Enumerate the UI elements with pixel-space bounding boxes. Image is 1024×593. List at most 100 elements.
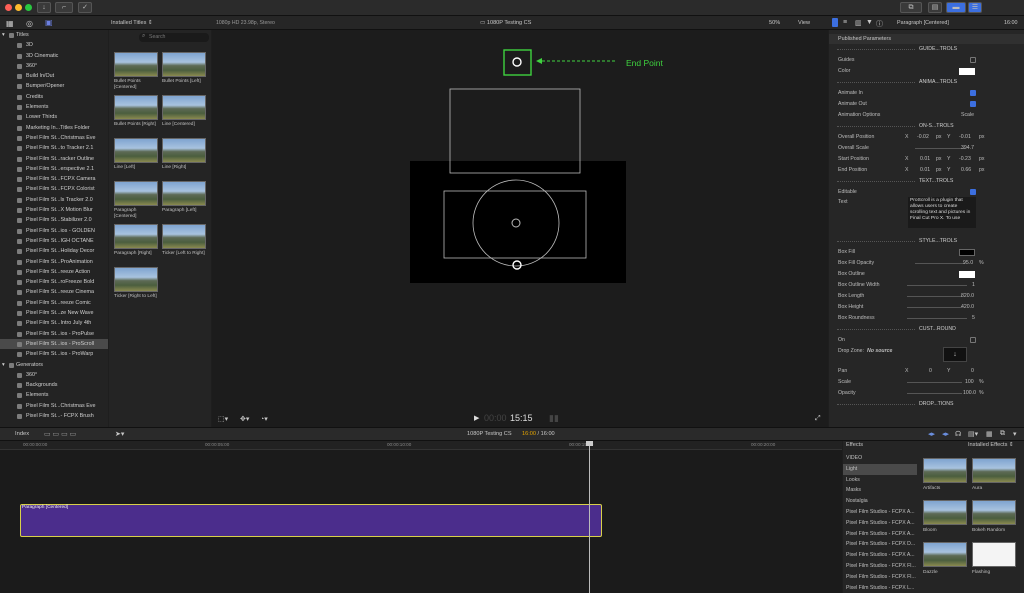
library-item[interactable]: Build In/Out [0,71,108,81]
start-position-y[interactable]: -0.23 [959,154,971,165]
end-point-handle[interactable] [512,57,522,67]
browser-dropdown[interactable]: Installed Titles ⇕ [111,20,153,26]
on-checkbox[interactable] [970,337,976,343]
disclosure-triangle-icon[interactable]: ▾ [2,30,5,40]
library-item[interactable]: Pixel Film St...Christmas Eve [0,133,108,143]
fullscreen-icon[interactable]: ⤢ [815,415,821,423]
zoom-dropdown[interactable]: 50% [769,20,780,26]
library-item[interactable]: Pixel Film St...ios - ProPulse [0,329,108,339]
library-icon[interactable]: ▦ [6,19,14,28]
titles-category[interactable]: ▾ Titles [0,30,108,40]
background-tasks-icon[interactable]: ✓ [78,2,92,13]
overall-scale-slider[interactable] [915,148,965,149]
color-well[interactable] [959,68,975,75]
title-thumbnail[interactable] [114,52,158,77]
effects-category-item[interactable]: Pixel Film Studios - FCPX A... [843,507,917,518]
filter-icon[interactable]: ▼ [866,19,873,26]
title-inspector-icon[interactable] [832,18,838,27]
play-icon[interactable]: ▶ [474,414,479,422]
box-height-slider[interactable] [907,307,962,308]
speed-icon[interactable]: ◔▾ [260,415,268,423]
effects-category-item[interactable]: Masks [843,485,917,496]
transitions-browser-icon[interactable]: ⧉ [1000,430,1005,438]
animate-in-checkbox[interactable] [970,90,976,96]
effect-thumbnail[interactable] [923,458,967,483]
box-roundness-slider[interactable] [907,318,967,319]
library-item[interactable]: Pixel Film St...Stabilizer 2.0 [0,215,108,225]
effects-category-item[interactable]: Pixel Film Studios - FCPX A... [843,529,917,540]
show-inspector-icon[interactable]: ☰ [968,2,982,13]
installed-effects-dropdown[interactable]: Installed Effects ⇕ [968,442,1014,448]
disclosure-triangle-icon[interactable]: ▾ [2,360,5,370]
animation-options-dropdown[interactable]: Scale [961,110,974,121]
title-thumbnail[interactable] [162,224,206,249]
scale-slider[interactable] [907,382,962,383]
opacity-slider[interactable] [907,393,962,394]
effect-thumbnail[interactable] [972,500,1016,525]
library-item[interactable]: Marketing In...Titles Folder [0,123,108,133]
title-thumbnail[interactable] [162,52,206,77]
effects-category-item[interactable]: Nostalgia [843,496,917,507]
overall-scale-value[interactable]: 394.7 [961,143,974,154]
workspace-icon[interactable]: ⧉ [900,2,922,13]
box-outline-well[interactable] [959,271,975,278]
effects-category-item[interactable]: Pixel Film Studios - FCPX D... [843,539,917,550]
photos-icon[interactable]: ◎ [26,19,33,28]
import-icon[interactable]: ↓ [37,2,51,13]
end-position-x[interactable]: 0.01 [920,165,930,176]
library-item[interactable]: Pixel Film St...X Motion Blur [0,205,108,215]
titles-icon[interactable]: ▣ [45,18,53,27]
playhead-handle[interactable] [586,441,593,446]
overall-position-y[interactable]: -0.01 [959,132,971,143]
library-item[interactable]: 3D [0,40,108,50]
library-item[interactable]: Pixel Film St...Christmas Eve [0,401,108,411]
title-thumbnail[interactable] [114,224,158,249]
effect-thumbnail[interactable] [972,458,1016,483]
index-button[interactable]: Index [15,431,29,437]
box-length-slider[interactable] [907,296,962,297]
effect-thumbnail[interactable] [923,542,967,567]
library-item[interactable]: Elements [0,102,108,112]
library-item[interactable]: Pixel Film St...ProAnimation [0,257,108,267]
library-item[interactable]: Pixel Film St...reeze Cinema [0,287,108,297]
library-item[interactable]: Pixel Film St...- FCPX Brush [0,411,108,421]
title-thumbnail[interactable] [162,138,206,163]
library-item[interactable]: Pixel Film St...ios - ProScroll [0,338,108,350]
title-clip[interactable]: Paragraph [Centered] [20,504,602,537]
library-item[interactable]: 3D Cinematic [0,51,108,61]
show-browser-icon[interactable]: ▤ [928,2,942,13]
minimize-window-button[interactable] [15,4,22,11]
library-item[interactable]: Pixel Film St...ze New Wave [0,308,108,318]
library-item[interactable]: Pixel Film St...erspective 2.1 [0,164,108,174]
video-inspector-icon[interactable]: ▥ [855,19,862,27]
audio-icon[interactable]: ☊ [955,430,961,438]
animate-out-checkbox[interactable] [970,101,976,107]
effects-category-item[interactable]: Pixel Film Studios - FCPX L... [843,583,917,593]
skimming-icon[interactable]: ◂▸ [928,430,935,438]
search-input[interactable]: ⌕ Search [139,33,209,42]
close-window-button[interactable] [5,4,12,11]
library-item[interactable]: 360° [0,61,108,71]
connect-icon[interactable]: ▭ ▭ ▭ ▭ [44,430,76,438]
library-item[interactable]: Backgrounds [0,380,108,390]
effects-category-item[interactable]: Pixel Film Studios - FCPX Fl... [843,561,917,572]
title-thumbnail[interactable] [114,138,158,163]
box-fill-opacity-slider[interactable] [915,263,965,264]
library-item[interactable]: Lower Thirds [0,112,108,122]
info-icon[interactable]: ⓘ [876,19,883,29]
show-timeline-icon[interactable]: ▬ [946,2,966,13]
library-item[interactable]: Credits [0,92,108,102]
effect-thumbnail[interactable] [972,542,1016,567]
library-item[interactable]: Bumper/Opener [0,81,108,91]
text-field[interactable]: ProScroll is a plugin that allows users … [908,197,976,228]
keywords-icon[interactable]: ⌐ [55,2,73,13]
library-item[interactable]: Pixel Film St...FCPX Colorist [0,184,108,194]
library-item[interactable]: Pixel Film St...Intro July 4th [0,318,108,328]
effects-category-item[interactable]: Pixel Film Studios - FCPX A... [843,550,917,561]
view-dropdown[interactable]: View [798,20,810,26]
overall-position-x[interactable]: -0.02 [917,132,929,143]
library-item[interactable]: Pixel Film St...IGH OCTANE [0,236,108,246]
library-item[interactable]: Elements [0,390,108,400]
title-thumbnail[interactable] [114,181,158,206]
transform-icon[interactable]: ⬚▾ [218,415,228,423]
